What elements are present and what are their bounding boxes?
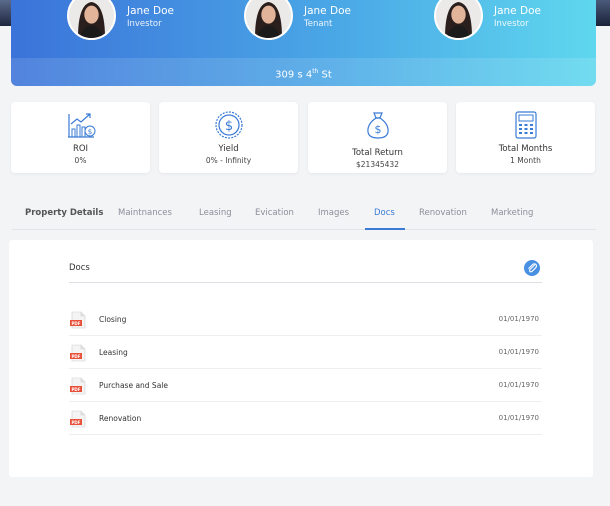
paperclip-icon (528, 263, 538, 273)
avatar (67, 0, 116, 40)
stat-card-total-return: $ Total Return $21345432 (308, 102, 447, 173)
attach-button[interactable] (524, 260, 540, 276)
pdf-badge-text: PDF (72, 420, 81, 425)
stat-label: Total Return (352, 148, 403, 158)
pdf-badge-text: PDF (72, 354, 81, 359)
doc-row-purchase-and-sale[interactable]: PDF Purchase and Sale 01/01/1970 (69, 369, 542, 402)
address-rest: St (318, 69, 332, 81)
docs-title: Docs (69, 263, 90, 273)
stat-value: 0% - Infinity (205, 156, 252, 165)
doc-name: Closing (99, 315, 127, 324)
doc-row-closing[interactable]: PDF Closing 01/01/1970 (69, 303, 542, 336)
doc-row-leasing[interactable]: PDF Leasing 01/01/1970 (69, 336, 542, 369)
person-name: Jane Doe (127, 5, 174, 17)
doc-name: Leasing (99, 348, 128, 357)
tab-maintnances[interactable]: Maintnances (118, 208, 172, 218)
stat-value: $21345432 (356, 160, 399, 169)
pdf-file-icon: PDF (70, 344, 86, 362)
pdf-file-icon: PDF (70, 377, 86, 395)
dollar-coin-icon: $ (214, 111, 243, 139)
tab-images[interactable]: Images (318, 208, 349, 218)
stat-value: 1 Month (510, 156, 541, 165)
person-role: Investor (494, 19, 529, 29)
person-tenant[interactable]: Jane Doe Tenant (244, 0, 351, 40)
active-tab-indicator (365, 228, 405, 230)
svg-text:$: $ (374, 123, 381, 136)
property-banner: Jane Doe Investor Jane Doe Tenant Jane D… (11, 0, 596, 86)
person-name: Jane Doe (304, 5, 351, 17)
pdf-badge-text: PDF (72, 321, 81, 326)
stat-label: Yield (218, 144, 239, 154)
money-bag-icon: $ (366, 112, 389, 139)
person-investor-1[interactable]: Jane Doe Investor (67, 0, 174, 40)
tab-renovation[interactable]: Renovation (419, 208, 467, 218)
doc-date: 01/01/1970 (498, 414, 539, 422)
pdf-file-icon: PDF (70, 410, 86, 428)
stat-value: 0% (74, 156, 87, 165)
person-role: Investor (127, 19, 162, 29)
doc-date: 01/01/1970 (498, 381, 539, 389)
docs-header: Docs (69, 260, 542, 283)
stat-card-roi: $ ROI 0% (11, 102, 150, 173)
tab-property-details[interactable]: Property Details (25, 208, 103, 218)
tab-evication[interactable]: Evication (255, 208, 294, 218)
doc-row-renovation[interactable]: PDF Renovation 01/01/1970 (69, 402, 542, 435)
chart-growth-icon: $ (67, 113, 95, 138)
stat-card-yield: $ Yield 0% - Infinity (159, 102, 298, 173)
calculator-icon (514, 111, 537, 139)
person-investor-2[interactable]: Jane Doe Investor (434, 0, 541, 40)
tab-marketing[interactable]: Marketing (491, 208, 533, 218)
doc-name: Purchase and Sale (99, 381, 168, 390)
svg-text:$: $ (224, 119, 232, 134)
stats-cards: $ ROI 0% $ Yield 0% - Infinity $ Total R… (11, 102, 596, 174)
property-address: 309 s 4th St (11, 58, 596, 86)
avatar (434, 0, 483, 40)
avatar (244, 0, 293, 40)
stat-card-total-months: Total Months 1 Month (456, 102, 595, 173)
doc-date: 01/01/1970 (498, 315, 539, 323)
docs-panel: Docs PDF Closing 01/01/1970 PDF Leasing … (9, 240, 593, 477)
pdf-file-icon: PDF (70, 311, 86, 329)
address-main: 309 s 4 (275, 69, 313, 81)
doc-date: 01/01/1970 (498, 348, 539, 356)
person-name: Jane Doe (494, 5, 541, 17)
doc-name: Renovation (99, 414, 142, 423)
background-photo-right (596, 0, 610, 26)
svg-text:$: $ (87, 128, 91, 136)
stat-label: Total Months (498, 144, 553, 154)
stat-label: ROI (72, 144, 89, 154)
property-tabs: Property Details Maintnances Leasing Evi… (12, 200, 596, 230)
person-role: Tenant (304, 19, 333, 29)
pdf-badge-text: PDF (72, 387, 81, 392)
tab-leasing[interactable]: Leasing (199, 208, 232, 218)
tab-docs[interactable]: Docs (374, 208, 395, 218)
